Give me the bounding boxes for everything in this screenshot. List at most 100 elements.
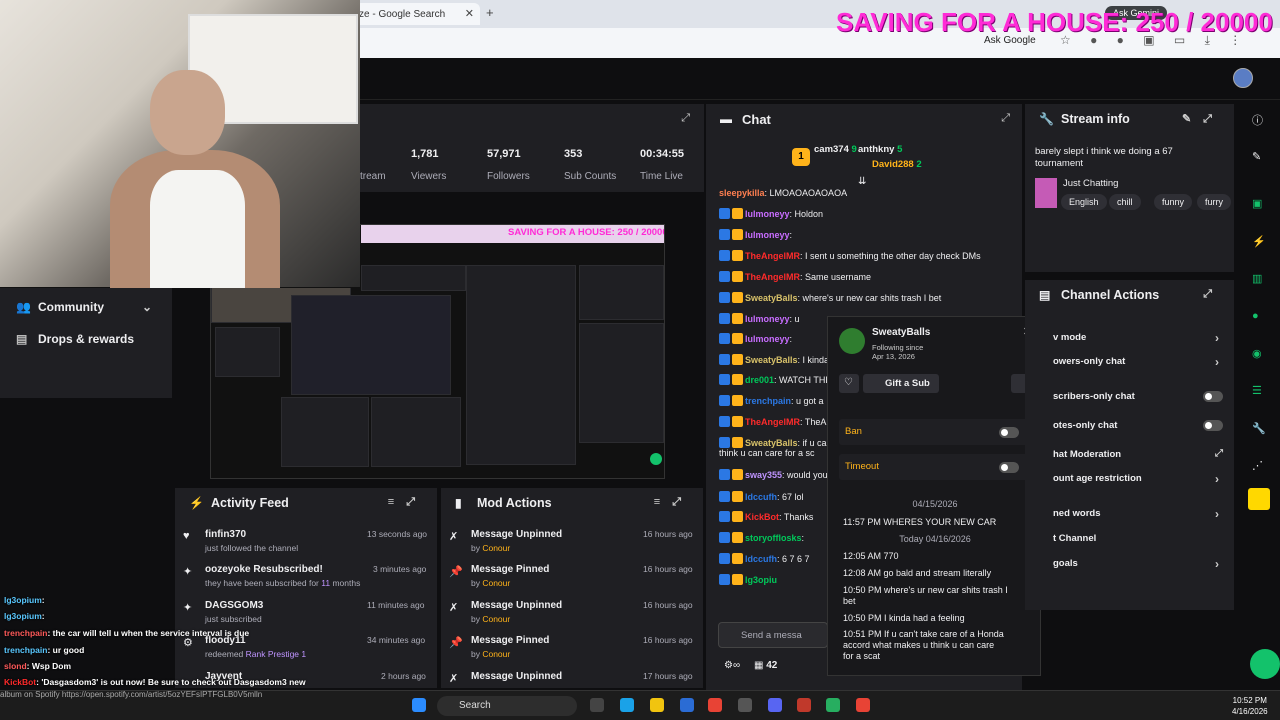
store-icon[interactable] <box>680 698 694 712</box>
clipboard-icon[interactable]: ▥ <box>1252 272 1262 285</box>
ban-toggle[interactable] <box>999 427 1019 438</box>
chat-message[interactable]: SweatyBalls: if u can't t <box>719 437 841 448</box>
channel-action-row[interactable]: t Channel <box>1053 533 1096 544</box>
clapper-icon[interactable] <box>1248 488 1270 510</box>
gift-sub-button[interactable]: Gift a Sub <box>863 374 939 393</box>
chat-message[interactable]: ldccufh: 6 7 6 7 <box>719 553 810 564</box>
sidebar-item-drops[interactable]: ▤ Drops & rewards <box>16 332 134 346</box>
channel-action-row[interactable]: goals › <box>1053 557 1219 571</box>
popout-icon[interactable]: ⤢ <box>681 112 690 125</box>
chat-message[interactable]: lg3opiu <box>719 574 777 585</box>
sidebar-item-community[interactable]: 👥 Community ⌄ <box>16 300 152 314</box>
taskbar-clock[interactable]: 10:52 PM 4/16/2026 <box>1232 695 1268 717</box>
stream-tag[interactable]: chill <box>1109 194 1141 210</box>
ban-row[interactable]: Ban <box>839 419 1031 445</box>
chat-username[interactable]: TheAngelMR <box>745 251 800 261</box>
chat-message[interactable]: sway355: would you bl <box>719 469 837 480</box>
chat-username[interactable]: TheAngelMR <box>745 417 800 427</box>
chat-username[interactable]: KickBot <box>745 512 779 522</box>
close-tab-icon[interactable]: ✕ <box>465 7 474 20</box>
chat-message[interactable]: lulmoneyy: u <box>719 313 800 324</box>
chevron-down-icon[interactable]: ⇊ <box>858 176 866 187</box>
follow-heart-button[interactable]: ♡ <box>839 374 859 393</box>
channel-action-row[interactable]: owers-only chat › <box>1053 355 1219 369</box>
discord-icon[interactable] <box>768 698 782 712</box>
toggle-switch[interactable] <box>1203 420 1223 431</box>
taskbar-search[interactable]: Search <box>437 696 577 716</box>
chat-username[interactable]: SweatyBalls <box>745 438 798 448</box>
browser-tab[interactable]: ze - Google Search ✕ <box>355 3 480 25</box>
chat-username[interactable]: lulmoneyy <box>745 334 790 344</box>
chat-username[interactable]: TheAngelMR <box>745 272 800 282</box>
toggle-switch[interactable] <box>1203 391 1223 402</box>
channel-action-row[interactable]: v mode › <box>1053 331 1219 345</box>
chat-username[interactable]: lulmoneyy <box>745 209 790 219</box>
chat-username[interactable]: sway355 <box>745 470 782 480</box>
chat-message[interactable]: TheAngelMR: TheAnge <box>719 416 841 427</box>
channel-action-row[interactable]: ned words › <box>1053 507 1219 521</box>
chat-bubble-icon[interactable]: ● <box>1252 310 1259 322</box>
chat-username[interactable]: SweatyBalls <box>745 293 798 303</box>
stream-tag[interactable]: funny <box>1154 194 1193 210</box>
chat-message[interactable]: SweatyBalls: where's ur new car shits tr… <box>719 292 941 303</box>
chat-message[interactable]: TheAngelMR: I sent u something the other… <box>719 250 981 261</box>
channel-action-row[interactable]: scribers-only chat <box>1053 391 1223 402</box>
chrome-icon[interactable] <box>856 698 870 712</box>
windows-start-icon[interactable] <box>412 698 426 712</box>
chat-username[interactable]: SweatyBalls <box>745 355 798 365</box>
app-icon[interactable] <box>826 698 840 712</box>
channel-action-row[interactable]: ount age restriction › <box>1053 472 1219 486</box>
chat-username[interactable]: trenchpain <box>745 396 791 406</box>
chat-message[interactable]: trenchpain: u got a <box>719 395 824 406</box>
chat-input[interactable]: Send a messa <box>718 622 828 648</box>
obs-icon[interactable] <box>738 698 752 712</box>
chat-username[interactable]: ldccufh <box>745 554 777 564</box>
chat-username[interactable]: lulmoneyy <box>745 314 790 324</box>
chat-message[interactable]: think u can care for a sc <box>719 448 815 458</box>
chat-message[interactable]: lulmoneyy: Holdon <box>719 208 823 219</box>
chat-message[interactable]: lulmoneyy: <box>719 229 792 240</box>
chat-message[interactable]: KickBot: Thanks <box>719 511 813 522</box>
stream-category[interactable]: Just Chatting <box>1063 178 1118 189</box>
chat-message[interactable]: storyofflosks: <box>719 532 804 543</box>
new-tab-button[interactable]: + <box>486 5 494 20</box>
user-avatar[interactable] <box>1233 68 1253 88</box>
filter-icon[interactable]: ≡⤢ <box>388 496 427 509</box>
chat-username[interactable]: sleepykilla <box>719 188 765 198</box>
scan-icon[interactable]: ▣ <box>1252 197 1262 210</box>
timeout-toggle[interactable] <box>999 462 1019 473</box>
timeout-row[interactable]: Timeout <box>839 454 1031 480</box>
stream-tag[interactable]: furry <box>1197 194 1231 210</box>
channel-action-row[interactable]: hat Moderation ⤢ <box>1053 448 1223 460</box>
chat-message[interactable]: lulmoneyy: <box>719 333 792 344</box>
chevron-down-icon[interactable]: ⌄ <box>142 300 152 314</box>
wrench-icon[interactable]: 🔧 <box>1252 422 1266 435</box>
info-icon[interactable]: ⓘ <box>1252 112 1263 128</box>
chat-username[interactable]: storyofflosks <box>745 533 802 543</box>
pen-icon[interactable]: ✎ <box>1252 150 1261 163</box>
list-icon[interactable]: ☰ <box>1252 384 1262 397</box>
chat-username[interactable]: lulmoneyy <box>745 230 790 240</box>
chat-message[interactable]: sleepykilla: LMOAOAOAOAOA <box>719 188 847 198</box>
share-icon[interactable]: ⋰ <box>1252 459 1263 472</box>
task-view-icon[interactable] <box>590 698 604 712</box>
folder-icon[interactable] <box>650 698 664 712</box>
bolt-icon[interactable]: ⚡ <box>1252 235 1266 248</box>
popout-icon[interactable]: ⤢ <box>1203 288 1224 301</box>
acrobat-icon[interactable] <box>797 698 811 712</box>
edit-icon[interactable]: ✎⤢ <box>1182 112 1224 126</box>
chat-message[interactable]: ldccufh: 67 lol <box>719 491 804 502</box>
popout-icon[interactable]: ⤢ <box>1001 112 1010 125</box>
channel-action-row[interactable]: otes-only chat <box>1053 420 1223 431</box>
chat-username[interactable]: ldccufh <box>745 492 777 502</box>
filter-icon[interactable]: ≡⤢ <box>654 496 693 509</box>
headset-icon[interactable] <box>1250 649 1280 679</box>
edge-icon[interactable] <box>620 698 634 712</box>
broadcast-icon[interactable]: ◉ <box>1252 347 1262 360</box>
chat-message[interactable]: SweatyBalls: I kinda ha <box>719 354 842 365</box>
stream-tag[interactable]: English <box>1061 194 1107 210</box>
chat-username[interactable]: lg3opiu <box>745 575 777 585</box>
chat-username[interactable]: dre001 <box>745 375 774 385</box>
chat-message[interactable]: TheAngelMR: Same username <box>719 271 871 282</box>
chrome-icon[interactable] <box>708 698 722 712</box>
